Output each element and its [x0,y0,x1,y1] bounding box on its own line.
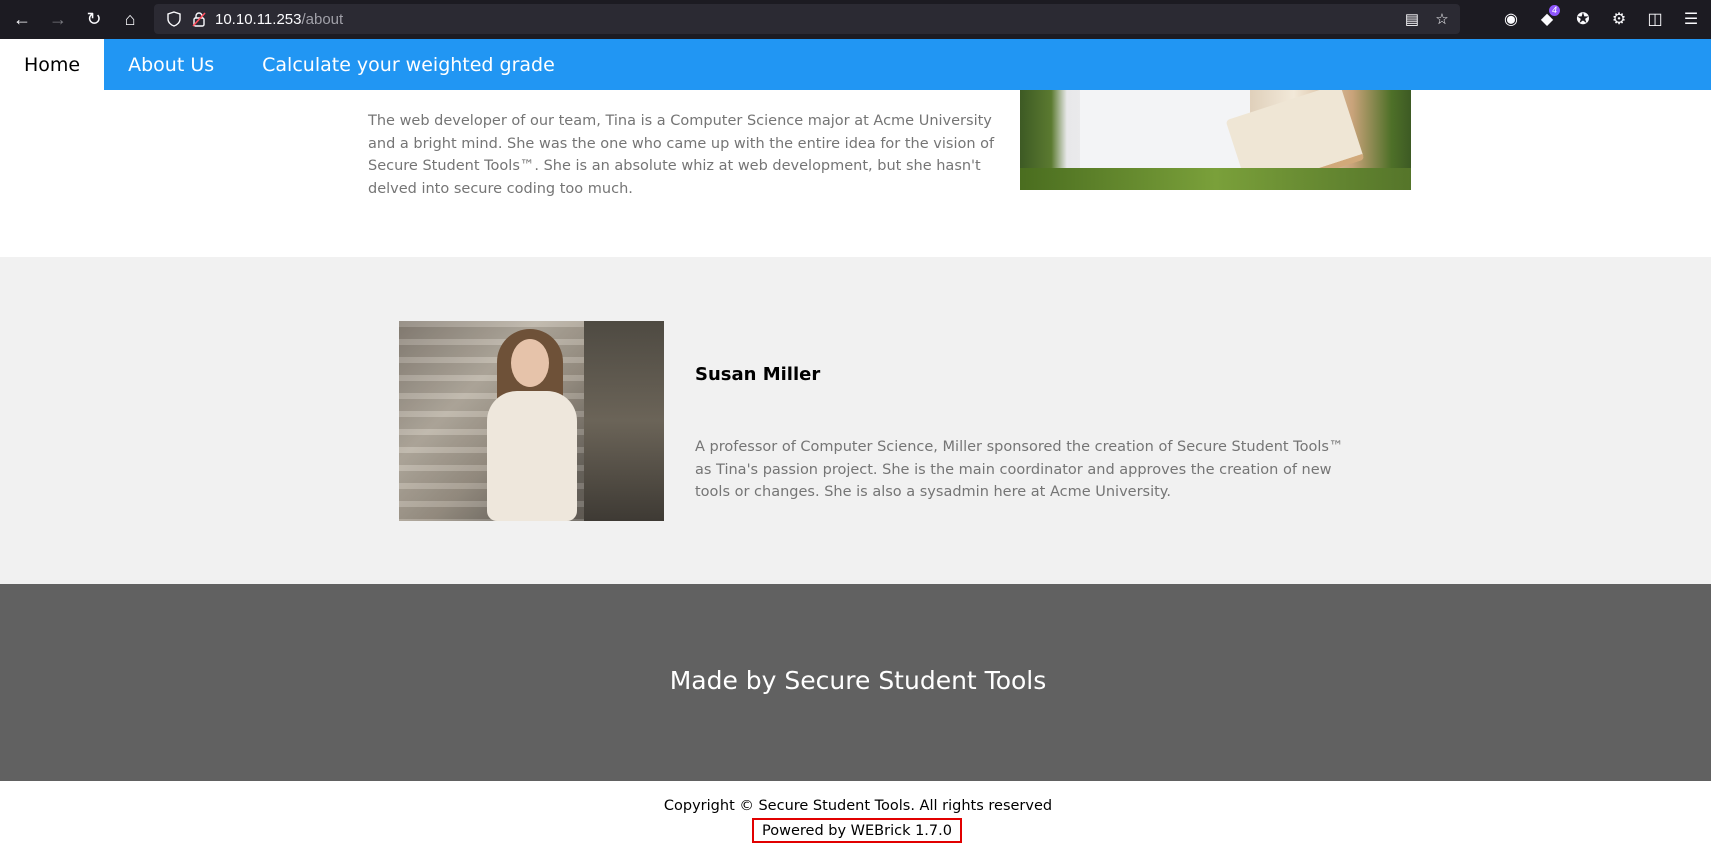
lock-insecure-icon[interactable] [192,11,206,27]
page-bottom: Copyright © Secure Student Tools. All ri… [0,781,1711,850]
copyright-text: Copyright © Secure Student Tools. All ri… [663,798,1053,814]
forward-icon[interactable]: → [44,6,72,34]
back-icon[interactable]: ← [8,6,36,34]
footer-banner: Made by Secure Student Tools [0,584,1711,781]
url-host: 10.10.11.253 [215,10,302,28]
extension-cookie-icon[interactable]: ◉ [1497,5,1525,33]
url-bar[interactable]: 10.10.11.253/about ▤ ☆ [154,4,1460,34]
nav-home-link[interactable]: Home [0,39,105,90]
susan-name: Susan Miller [695,364,821,385]
powered-by-highlight: Powered by WEBrick 1.7.0 [752,818,962,843]
tina-photo [1020,90,1411,190]
url-path: /about [301,10,344,28]
site-nav: Home About Us Calculate your weighted gr… [0,39,1711,90]
susan-bio: A professor of Computer Science, Miller … [695,439,1344,500]
extensions-puzzle-icon[interactable]: ✪ [1569,5,1597,33]
team-member-susan: Susan Miller A professor of Computer Sci… [0,257,1711,584]
reader-view-icon[interactable]: ▤ [1402,9,1422,29]
menu-hamburger-icon[interactable]: ☰ [1677,5,1705,33]
powered-by-text: Powered by WEBrick 1.7.0 [762,822,952,839]
extension-badge: 4 [1548,5,1560,16]
susan-photo [399,321,664,521]
shield-icon [167,11,181,27]
footer-title: Made by Secure Student Tools [669,666,1047,695]
extension-cube-icon[interactable]: ◆ 4 [1533,5,1561,33]
tina-bio: The web developer of our team, Tina is a… [368,113,995,197]
sidebar-icon[interactable]: ◫ [1641,5,1669,33]
home-icon[interactable]: ⌂ [116,6,144,34]
team-member-tina: The web developer of our team, Tina is a… [0,90,1711,257]
browser-toolbar: ← → ↻ ⌂ 10.10.11.253/about ▤ ☆ ◉ ◆ 4 ✪ ⚙ … [0,0,1711,39]
settings-gear-icon[interactable]: ⚙ [1605,5,1633,33]
nav-grade-calculator-link[interactable]: Calculate your weighted grade [238,39,579,90]
reload-icon[interactable]: ↻ [80,6,108,34]
bookmark-star-icon[interactable]: ☆ [1432,9,1452,29]
nav-about-link[interactable]: About Us [104,39,238,90]
